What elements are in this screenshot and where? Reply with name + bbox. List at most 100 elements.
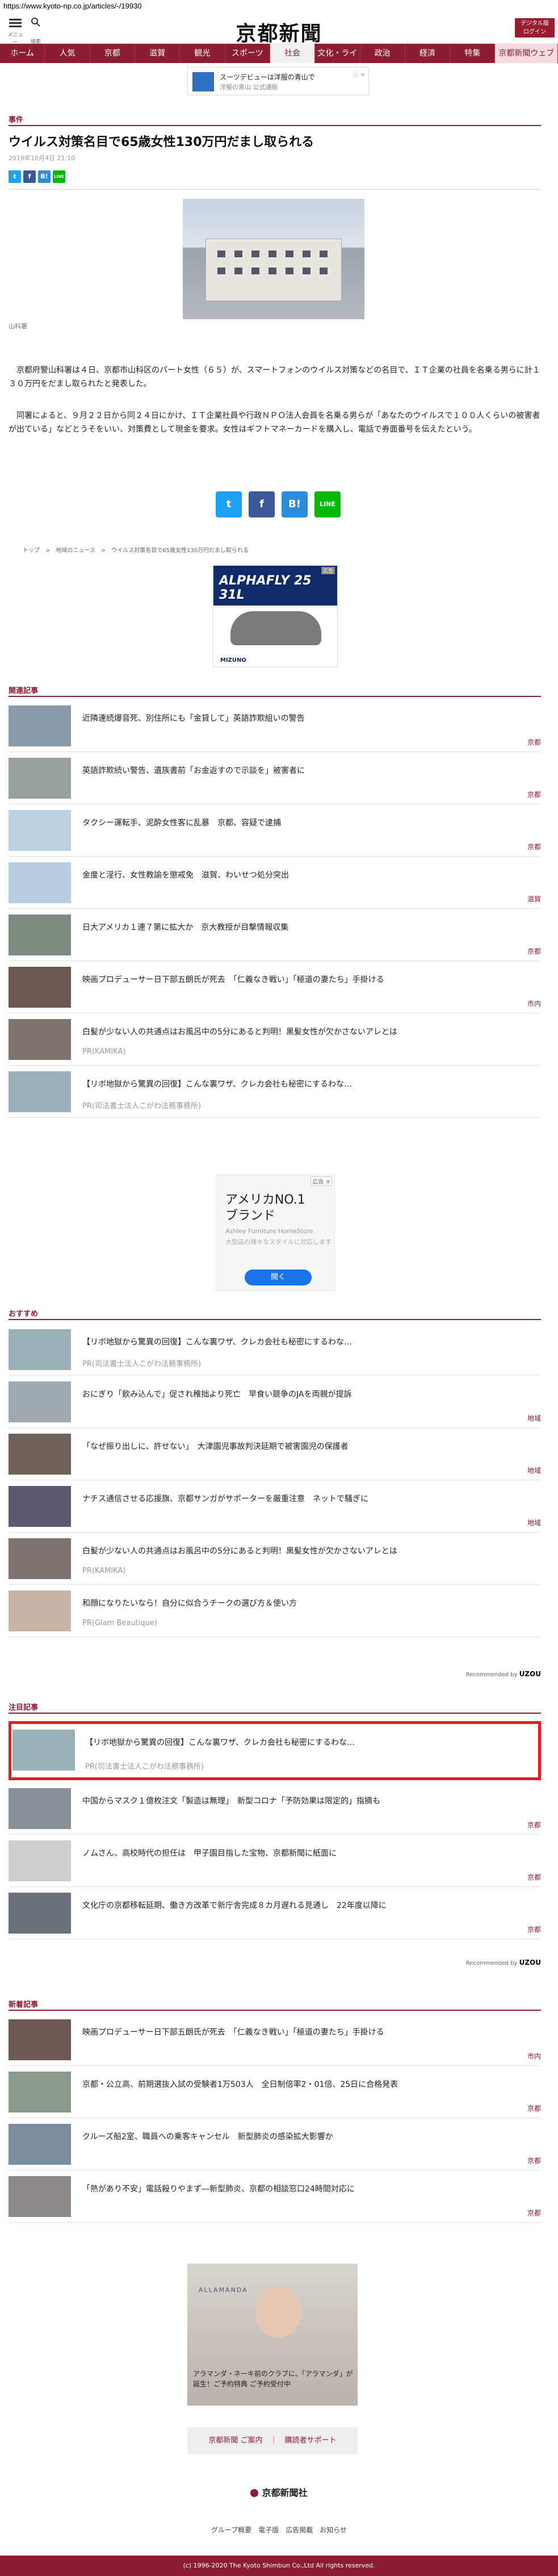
list-item[interactable]: 「熱があり不安」電話殺りやまず―新型肺炎、京都の相談窓口24時間対応に 京都 [9, 2170, 541, 2223]
ad-advertiser: Ashley Furniture HomeStore [225, 1228, 313, 1235]
item-source: 京都 [527, 2209, 541, 2217]
nav-kyoto[interactable]: 京都 [90, 44, 135, 63]
section-label[interactable]: 事件 [9, 114, 23, 124]
list-item[interactable]: 白髪が少ない人の共通点はお風呂中の5分にあると判明！黒髪女性が欠かさないアレとは… [9, 1533, 541, 1585]
ad-brand: ALLAMANDA [199, 2286, 248, 2294]
item-title: 映画プロデューサー日下部五朗氏が死去 「仁義なき戦い」「極道の妻たち」手掛ける [82, 2028, 384, 2037]
twitter-share-icon[interactable]: t [216, 491, 242, 517]
hatena-share-icon[interactable]: B! [38, 170, 51, 183]
footer-menu[interactable]: グループ概要 電子版 広告掲載 お知らせ [0, 2525, 558, 2535]
thumbnail [9, 2124, 71, 2165]
list-item[interactable]: 「なぜ振り出しに、許せない」 大津園児事故判決延期で被害園児の保護者 地域 [9, 1428, 541, 1480]
thumbnail [9, 967, 71, 1008]
nav-features[interactable]: 特集 [450, 44, 496, 63]
item-title: おにぎり「飲み込んで」促され稚拙より死亡 早食い競争のJAを両親が提訴 [82, 1390, 352, 1399]
nav-politics[interactable]: 政治 [360, 44, 405, 63]
divider [9, 1713, 541, 1714]
facebook-share-icon[interactable]: f [249, 491, 275, 517]
item-title: 【リボ地獄から驚異の回復】こんな裏ワザ、クレカ会社も秘密にするわな… [82, 1080, 353, 1089]
digital-login-button[interactable]: デジタル版 ログイン [515, 18, 555, 37]
list-item[interactable]: 【リボ地獄から驚異の回復】こんな裏ワザ、クレカ会社も秘密にするわな… PR(司法書… [9, 1324, 541, 1376]
thumbnail [9, 1538, 71, 1579]
list-item[interactable]: ナチス通信させる応援旗、京都サンガがサポーターを厳重注意 ネットで騒ぎに 地域 [9, 1480, 541, 1533]
article-headline: ウイルス対策名目で65歳女性130万円だまし取られる [9, 135, 314, 149]
list-item[interactable]: 【リボ地獄から驚異の回復】こんな裏ワザ、クレカ会社も秘密にするわな… PR(司法書… [9, 1066, 541, 1118]
shoe-ad[interactable]: ALPHAFLY 25 31L MIZUNO 広告 [213, 565, 338, 667]
hatena-share-icon[interactable]: B! [282, 491, 308, 517]
item-title: 白髪が少ない人の共通点はお風呂中の5分にあると判明！黒髪女性が欠かさないアレとは [82, 1547, 397, 1556]
ad-close-icon[interactable]: ⓘ ✕ [353, 70, 365, 78]
nav-sports[interactable]: スポーツ [225, 44, 270, 63]
item-source: 京都 [527, 843, 541, 851]
divider [9, 2010, 541, 2011]
list-item[interactable]: 日大アメリカ１連７第に拡大か 京大教授が目撃情報収集 京都 [9, 909, 541, 961]
line-share-icon[interactable]: LINE [314, 491, 341, 517]
ad-line-1: スーツデビューは洋服の青山で [220, 73, 315, 81]
list-item[interactable]: 近隣連続爆音死、別住所にも「金貸して」英語詐欺組いの警告 京都 [9, 700, 541, 752]
pr-label: PR(司法書士法人こがわ法務事務所) [85, 1763, 204, 1771]
list-item[interactable]: おにぎり「飲み込んで」促され稚拙より死亡 早食い競争のJAを両親が提訴 地域 [9, 1376, 541, 1428]
item-title: 京都・公立高、前期選抜入試の受験者1万503人 全日制倍率2・01倍、25日に合… [82, 2080, 398, 2089]
list-item[interactable]: クルーズ船2室、職員への乗客キャンセル 新型肺炎の感染拡大影響か 京都 [9, 2118, 541, 2170]
nav-popular[interactable]: 人気 [45, 44, 90, 63]
related-title: 関連記事 [9, 687, 39, 695]
ad-brand: MIZUNO [220, 657, 246, 663]
list-item[interactable]: 映画プロデューサー日下部五朗氏が死去 「仁義なき戦い」「極道の妻たち」手掛ける市… [9, 2014, 541, 2066]
list-item[interactable]: 文化庁の京都移転延期、働き方改革で新庁舎完成８カ月遅れる見通し 22年度以降に京… [9, 1887, 541, 1939]
footer-logo[interactable]: 京都新聞社 [0, 2485, 558, 2499]
nav-tourism[interactable]: 観光 [180, 44, 225, 63]
hotel-ad[interactable]: ALLAMANDA アラマンダ・ネーキ前のクラブに、「アラマンダ」が誕生！ご予約… [187, 2264, 358, 2406]
divider [9, 125, 541, 126]
list-item[interactable]: 白髪が少ない人の共通点はお風呂中の5分にあると判明！黒髪女性が欠かさないアレとは… [9, 1013, 541, 1066]
recommended-by: Recommended by UZOU [465, 1959, 541, 1967]
site-header: メニュー 検索 京都新聞 デジタル版 ログイン [0, 12, 558, 47]
thumbnail [12, 1730, 75, 1771]
photo-caption: 山科署 [9, 323, 27, 330]
thumbnail [9, 758, 71, 799]
nav-culture[interactable]: 文化・ライフ [315, 44, 360, 77]
item-source: 市内 [527, 1000, 541, 1008]
site-logo[interactable]: 京都新聞 [0, 17, 558, 47]
item-title: 英語詐欺続い警告、遺族書前「お金返すので示談を」被害者に [82, 766, 305, 775]
article-date: 2019年10月4日 21:10 [9, 155, 75, 162]
list-item[interactable]: 英語詐欺続い警告、遺族書前「お金返すので示談を」被害者に 京都 [9, 752, 541, 804]
list-item[interactable]: 映画プロデューサー日下部五朗氏が死去 「仁義なき戦い」「極道の妻たち」手掛ける市… [9, 961, 541, 1013]
list-item[interactable]: 中国からマスク１億枚注文「製造は無理」 新型コロナ「予防効果は限定的」指摘も 京都 [9, 1782, 541, 1835]
thumbnail [9, 705, 71, 746]
shoe-image [230, 611, 321, 645]
item-source: 京都 [527, 738, 541, 746]
ad-open-button[interactable]: 開く [245, 1270, 312, 1285]
nav-web[interactable]: 京都新聞ウェブ [495, 44, 558, 63]
nav-home[interactable]: ホーム [0, 44, 45, 63]
list-item[interactable]: 金度と淫行、女性教諭を懲戒免 滋賀、わいせつ処分突出 滋賀 [9, 857, 541, 909]
list-item[interactable]: ノムさん、高校時代の担任は 甲子園目指した宝物、京都新聞に紙面に 京都 [9, 1835, 541, 1887]
item-title: 「なぜ振り出しに、許せない」 大津園児事故判決延期で被害園児の保護者 [82, 1442, 349, 1451]
furniture-ad[interactable]: 広告 ✕ アメリカNO.1 ブランド Ashley Furniture HomeS… [216, 1175, 335, 1291]
list-item[interactable]: タクシー運転手、泥酔女性客に乱暴 京都、容疑で逮捕 京都 [9, 804, 541, 857]
footer-links[interactable]: 京都新聞 ご案内 ｜ 購読者サポート [187, 2427, 358, 2454]
ad-tag[interactable]: 広告 ✕ [311, 1176, 332, 1186]
item-title: 文化庁の京都移転延期、働き方改革で新庁舎完成８カ月遅れる見通し 22年度以降に [82, 1901, 387, 1910]
list-item[interactable]: 京都・公立高、前期選抜入試の受験者1万503人 全日制倍率2・01倍、25日に合… [9, 2066, 541, 2118]
address-bar[interactable]: https://www.kyoto-np.co.jp/articles/-/19… [0, 0, 558, 12]
line-share-icon[interactable]: LINE [53, 170, 65, 183]
facebook-share-icon[interactable]: f [23, 170, 36, 183]
item-title: クルーズ船2室、職員への乗客キャンセル 新型肺炎の感染拡大影響か [82, 2132, 333, 2141]
article-paragraph: 同署によると、９月２２日から同２４日にかけ、ＩＴ企業社員や行政ＮＰＯ法人会員を名… [9, 411, 540, 434]
divider [9, 189, 541, 190]
nav-economy[interactable]: 経済 [405, 44, 451, 63]
twitter-share-icon[interactable]: t [9, 170, 21, 183]
top-banner-ad[interactable]: スーツデビューは洋服の青山で 洋服の青山 公式通販 ⓘ ✕ [187, 67, 369, 95]
item-title: 金度と淫行、女性教諭を懲戒免 滋賀、わいせつ処分突出 [82, 871, 289, 880]
list-item[interactable]: 和顔になりたいなら！自分に似合うチークの選び方＆使い方 PR(Glam Beaut… [9, 1585, 541, 1637]
thumbnail [9, 1381, 71, 1422]
highlighted-list-item[interactable]: 【リボ地獄から驚異の回復】こんな裏ワザ、クレカ会社も秘密にするわな… PR(司法書… [9, 1721, 541, 1780]
ad-image [192, 72, 214, 91]
nav-society[interactable]: 社会 [270, 44, 316, 63]
thumbnail [9, 2019, 71, 2060]
thumbnail [9, 1434, 71, 1475]
nav-shiga[interactable]: 滋賀 [135, 44, 181, 63]
breadcrumb[interactable]: トップ > 地域のニュース > ウイルス対策名目で65歳女性130万円だまし取ら… [23, 545, 249, 554]
recommended-by: Recommended by UZOU [465, 1670, 541, 1678]
thumbnail [9, 1590, 71, 1631]
